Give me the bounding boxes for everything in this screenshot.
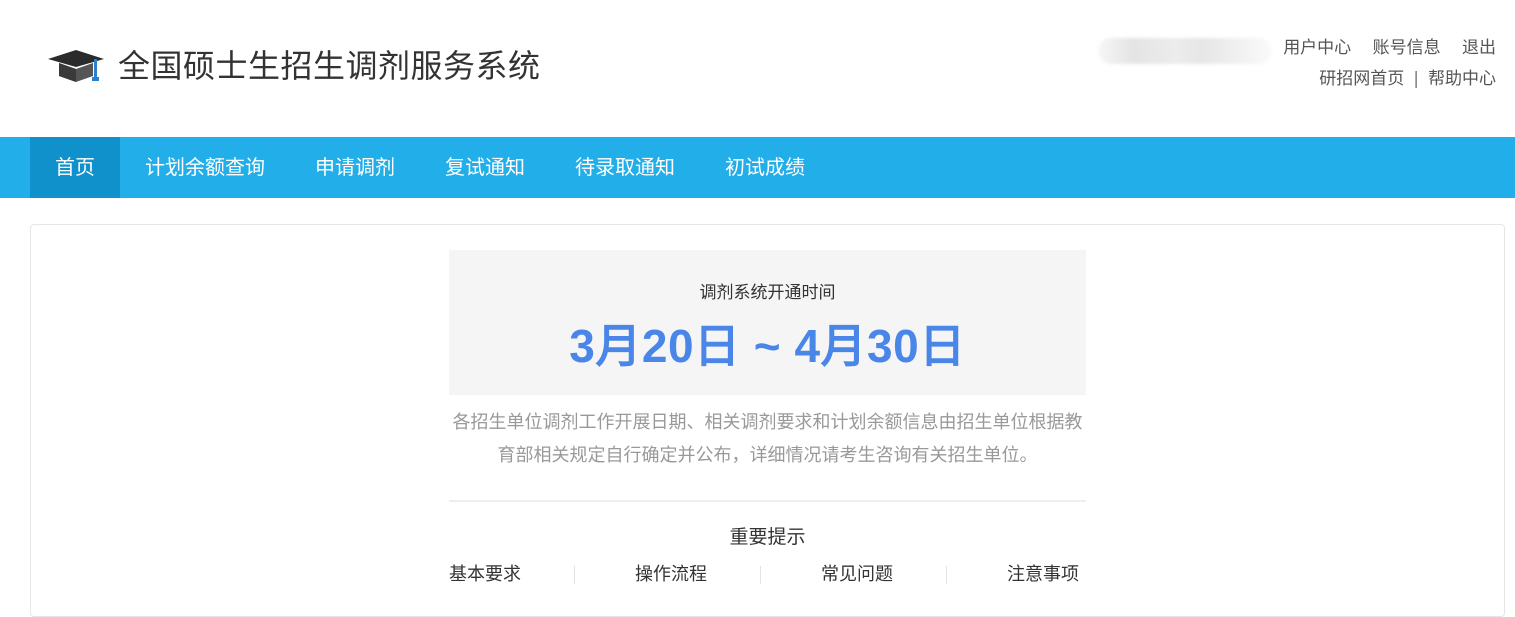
site-header: 全国硕士生招生调剂服务系统 用户中心 账号信息 退出 研招网首页 | 帮助中心 [0,0,1515,137]
top-links: 用户中心 账号信息 退出 研招网首页 | 帮助中心 [1267,36,1496,91]
tip-faq[interactable]: 常见问题 [821,562,893,588]
main-nav: 首页 计划余额查询 申请调剂 复试通知 待录取通知 初试成绩 [0,137,1515,198]
open-time-label: 调剂系统开通时间 [699,283,836,303]
open-time-range: 3月20日 ~ 4月30日 [569,320,966,372]
link-separator: | [1413,69,1419,89]
nav-item-initial-scores[interactable]: 初试成绩 [700,137,830,198]
tip-separator [760,566,761,584]
tip-separator [574,566,575,584]
nav-item-pending-admission[interactable]: 待录取通知 [550,137,700,198]
tip-basic-requirements[interactable]: 基本要求 [449,562,521,588]
username-blurred [1098,38,1272,64]
nav-item-home[interactable]: 首页 [30,137,120,198]
help-center-link[interactable]: 帮助中心 [1428,69,1496,89]
tip-operation-process[interactable]: 操作流程 [635,562,707,588]
user-center-link[interactable]: 用户中心 [1283,38,1351,58]
important-tips-title: 重要提示 [729,526,806,548]
site-title: 全国硕士生招生调剂服务系统 [118,47,541,85]
yanzhao-home-link[interactable]: 研招网首页 [1319,69,1404,89]
tip-separator [946,566,947,584]
account-info-link[interactable]: 账号信息 [1373,38,1441,58]
logout-link[interactable]: 退出 [1462,38,1496,58]
graduation-cap-icon [48,50,104,82]
nav-item-retest-notice[interactable]: 复试通知 [420,137,550,198]
nav-item-apply-adjustment[interactable]: 申请调剂 [290,137,420,198]
section-divider [449,500,1086,502]
adjustment-notice: 各招生单位调剂工作开展日期、相关调剂要求和计划余额信息由招生单位根据教育部相关规… [452,412,1083,466]
tip-notes[interactable]: 注意事项 [1007,562,1079,588]
nav-item-plan-balance[interactable]: 计划余额查询 [120,137,290,198]
open-time-box: 调剂系统开通时间 3月20日 ~ 4月30日 [449,250,1086,395]
